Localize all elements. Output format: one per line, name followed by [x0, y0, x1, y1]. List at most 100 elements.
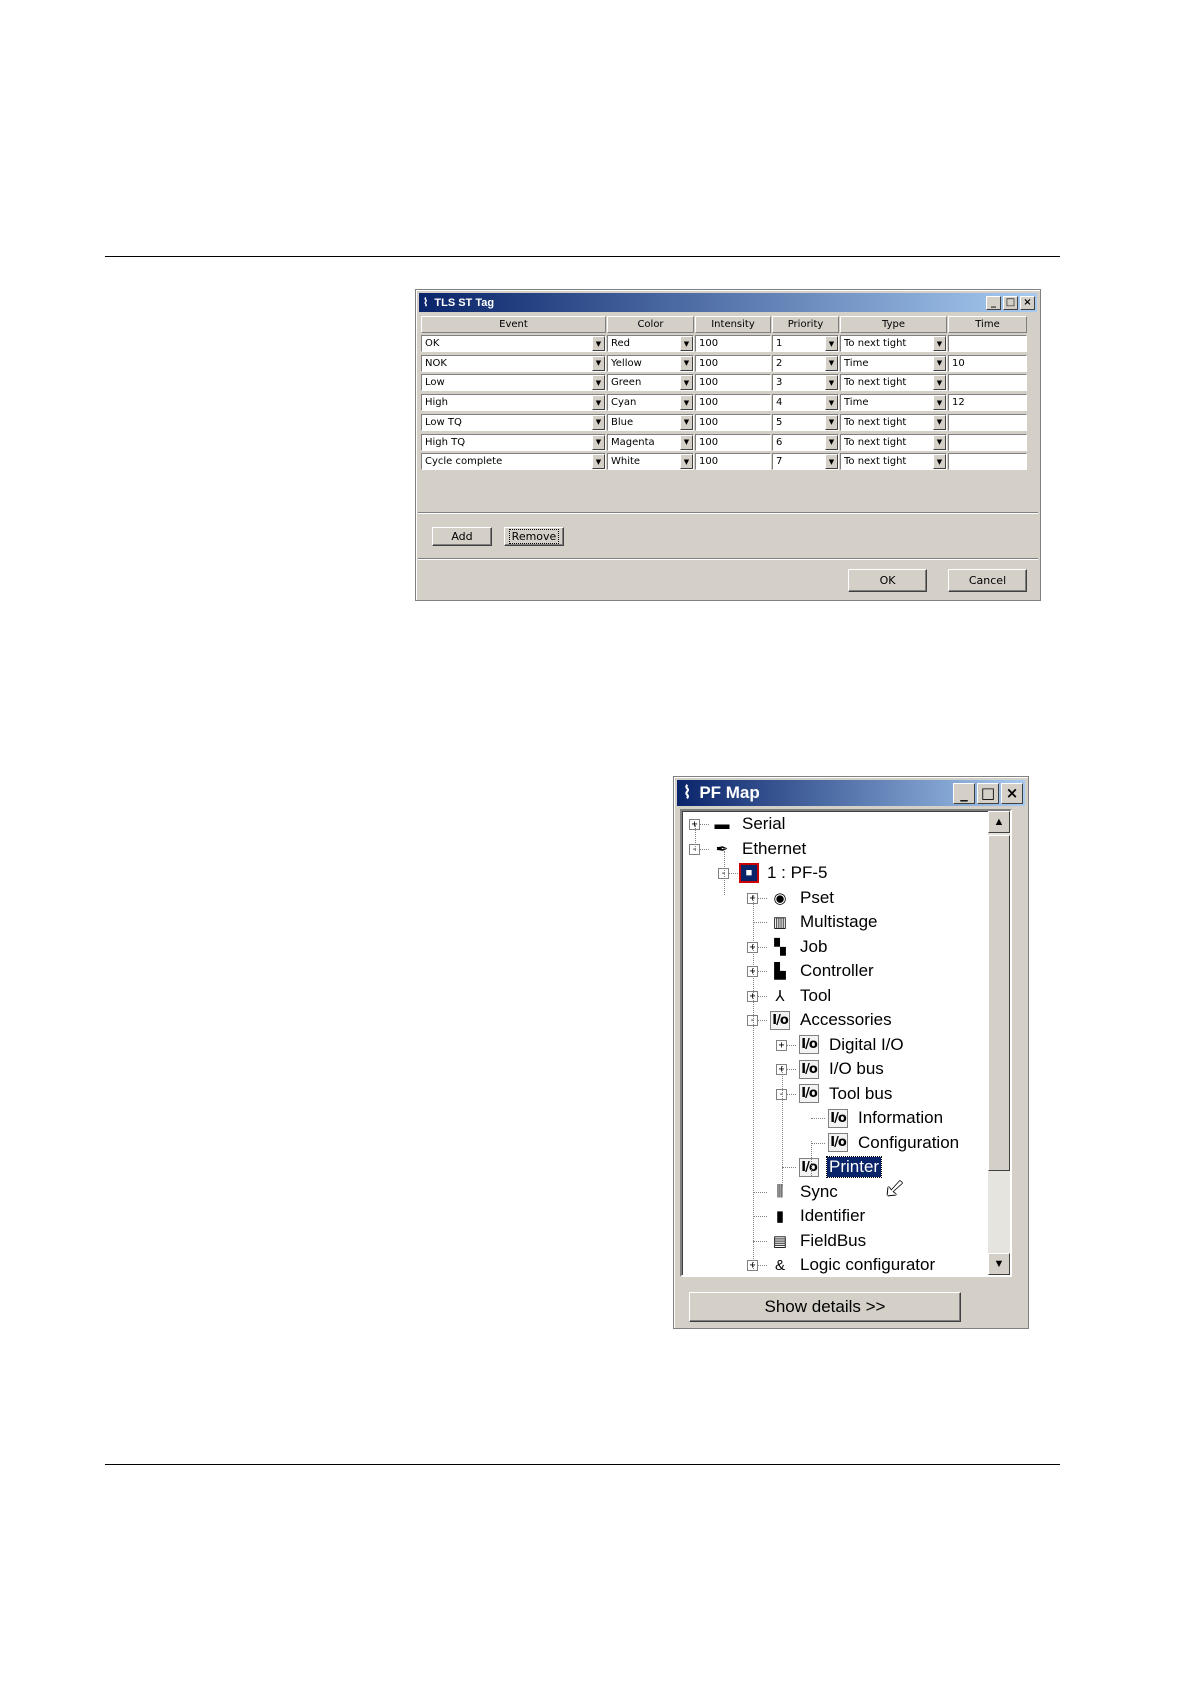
priority-cell[interactable]: 6 ▼: [772, 433, 839, 451]
type-cell[interactable]: To next tight ▼: [840, 335, 947, 352]
dropdown-arrow-icon[interactable]: ▼: [680, 395, 693, 411]
color-cell[interactable]: Magenta ▼: [607, 433, 694, 451]
remove-button[interactable]: Remove: [504, 527, 564, 546]
tree-item[interactable]: ◉ Pset: [768, 887, 836, 909]
close-button[interactable]: ×: [1001, 782, 1023, 804]
time-cell[interactable]: 12: [948, 394, 1027, 412]
priority-cell[interactable]: 3 ▼: [772, 374, 839, 392]
dropdown-arrow-icon[interactable]: ▼: [680, 375, 693, 391]
dropdown-arrow-icon[interactable]: ▼: [933, 434, 946, 450]
color-cell[interactable]: Cyan ▼: [607, 394, 694, 412]
dropdown-arrow-icon[interactable]: ▼: [825, 336, 838, 351]
dropdown-arrow-icon[interactable]: ▼: [592, 454, 605, 470]
intensity-cell[interactable]: 100: [695, 335, 771, 352]
dropdown-arrow-icon[interactable]: ▼: [933, 454, 946, 470]
tree-item[interactable]: I/o Accessories: [768, 1009, 894, 1031]
close-button[interactable]: ×: [1020, 295, 1035, 310]
show-details-button[interactable]: Show details >>: [689, 1292, 961, 1322]
tree-item[interactable]: ▙ Controller: [768, 960, 876, 982]
time-cell[interactable]: [948, 453, 1027, 471]
column-header-time[interactable]: Time: [948, 316, 1027, 333]
expand-icon[interactable]: +: [776, 1039, 787, 1051]
maximize-button[interactable]: □: [977, 782, 999, 804]
tree-item[interactable]: I/o Configuration: [826, 1132, 961, 1154]
priority-cell[interactable]: 4 ▼: [772, 394, 839, 412]
tree-item[interactable]: I/o I/O bus: [797, 1058, 886, 1080]
priority-cell[interactable]: 5 ▼: [772, 413, 839, 431]
tree-item[interactable]: ⫼ Sync: [768, 1181, 840, 1203]
dropdown-arrow-icon[interactable]: ▼: [592, 336, 605, 351]
vertical-scrollbar[interactable]: ▲ ▼: [988, 811, 1010, 1275]
dropdown-arrow-icon[interactable]: ▼: [592, 395, 605, 411]
dropdown-arrow-icon[interactable]: ▼: [825, 395, 838, 411]
tree-item[interactable]: ▬ Serial: [710, 813, 787, 835]
event-cell[interactable]: High TQ ▼: [421, 433, 606, 451]
tree-item[interactable]: & Logic configurator: [768, 1254, 937, 1275]
dropdown-arrow-icon[interactable]: ▼: [592, 355, 605, 371]
scroll-up-button[interactable]: ▲: [988, 811, 1010, 833]
time-cell[interactable]: 10: [948, 354, 1027, 372]
scroll-thumb[interactable]: [988, 835, 1010, 1171]
priority-cell[interactable]: 1 ▼: [772, 335, 839, 352]
event-cell[interactable]: Low ▼: [421, 374, 606, 392]
dropdown-arrow-icon[interactable]: ▼: [933, 395, 946, 411]
tree-item[interactable]: ▤ FieldBus: [768, 1230, 868, 1252]
pf-tree[interactable]: ▬ Serial + ✒ Ethernet - ■ 1 : PF-5- ◉ Pset + ▥ Multi…: [680, 809, 1012, 1277]
tree-item[interactable]: I/o Printer: [797, 1156, 883, 1178]
priority-cell[interactable]: 2 ▼: [772, 354, 839, 372]
dropdown-arrow-icon[interactable]: ▼: [592, 414, 605, 430]
tree-item[interactable]: ■ 1 : PF-5: [739, 862, 829, 884]
tree-item[interactable]: ▮ Identifier: [768, 1205, 867, 1227]
type-cell[interactable]: To next tight ▼: [840, 374, 947, 392]
intensity-cell[interactable]: 100: [695, 433, 771, 451]
dropdown-arrow-icon[interactable]: ▼: [680, 454, 693, 470]
type-cell[interactable]: To next tight ▼: [840, 453, 947, 471]
add-button[interactable]: Add: [432, 527, 492, 546]
column-header-color[interactable]: Color: [607, 316, 694, 333]
tree-item[interactable]: I/o Tool bus: [797, 1083, 894, 1105]
event-cell[interactable]: Cycle complete ▼: [421, 453, 606, 471]
intensity-cell[interactable]: 100: [695, 374, 771, 392]
dropdown-arrow-icon[interactable]: ▼: [680, 336, 693, 351]
event-cell[interactable]: OK ▼: [421, 335, 606, 352]
dropdown-arrow-icon[interactable]: ▼: [592, 434, 605, 450]
time-cell[interactable]: [948, 335, 1027, 352]
time-cell[interactable]: [948, 413, 1027, 431]
type-cell[interactable]: Time ▼: [840, 354, 947, 372]
tree-item[interactable]: ▥ Multistage: [768, 911, 879, 933]
intensity-cell[interactable]: 100: [695, 453, 771, 471]
dropdown-arrow-icon[interactable]: ▼: [933, 375, 946, 391]
tree-item[interactable]: ⅄ Tool: [768, 985, 833, 1007]
column-header-type[interactable]: Type: [840, 316, 947, 333]
dropdown-arrow-icon[interactable]: ▼: [825, 355, 838, 371]
priority-cell[interactable]: 7 ▼: [772, 453, 839, 471]
scroll-down-button[interactable]: ▼: [988, 1253, 1010, 1275]
color-cell[interactable]: White ▼: [607, 453, 694, 471]
type-cell[interactable]: To next tight ▼: [840, 433, 947, 451]
ok-button[interactable]: OK: [848, 569, 927, 592]
color-cell[interactable]: Yellow ▼: [607, 354, 694, 372]
dropdown-arrow-icon[interactable]: ▼: [825, 414, 838, 430]
intensity-cell[interactable]: 100: [695, 354, 771, 372]
cancel-button[interactable]: Cancel: [948, 569, 1027, 592]
intensity-cell[interactable]: 100: [695, 394, 771, 412]
time-cell[interactable]: [948, 433, 1027, 451]
minimize-button[interactable]: _: [986, 295, 1001, 310]
dropdown-arrow-icon[interactable]: ▼: [933, 414, 946, 430]
dropdown-arrow-icon[interactable]: ▼: [825, 434, 838, 450]
color-cell[interactable]: Green ▼: [607, 374, 694, 392]
dropdown-arrow-icon[interactable]: ▼: [825, 454, 838, 470]
color-cell[interactable]: Blue ▼: [607, 413, 694, 431]
event-cell[interactable]: Low TQ ▼: [421, 413, 606, 431]
type-cell[interactable]: Time ▼: [840, 394, 947, 412]
tree-item[interactable]: I/o Information: [826, 1107, 945, 1129]
column-header-intensity[interactable]: Intensity: [695, 316, 771, 333]
intensity-cell[interactable]: 100: [695, 413, 771, 431]
time-cell[interactable]: [948, 374, 1027, 392]
event-cell[interactable]: High ▼: [421, 394, 606, 412]
event-cell[interactable]: NOK ▼: [421, 354, 606, 372]
dropdown-arrow-icon[interactable]: ▼: [592, 375, 605, 391]
minimize-button[interactable]: _: [953, 782, 975, 804]
dropdown-arrow-icon[interactable]: ▼: [933, 336, 946, 351]
column-header-event[interactable]: Event: [421, 316, 606, 333]
